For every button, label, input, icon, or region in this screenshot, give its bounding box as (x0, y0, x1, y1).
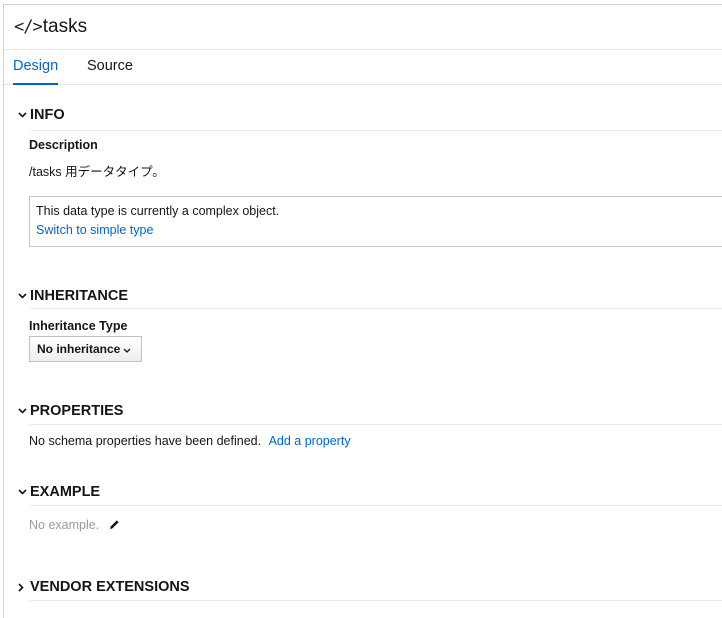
page-title: tasks (42, 16, 88, 37)
add-property-link[interactable]: Add a property (269, 434, 351, 448)
properties-empty-text: No schema properties have been defined. (29, 434, 262, 448)
example-empty-text: No example. (29, 518, 100, 532)
type-notice-box: This data type is currently a complex ob… (29, 196, 722, 247)
section-info-title: INFO (30, 107, 65, 123)
chevron-down-icon (18, 408, 30, 414)
chevron-down-icon (18, 293, 30, 299)
chevron-right-icon (18, 582, 30, 592)
chevron-down-icon (18, 489, 30, 495)
divider (30, 130, 722, 131)
tab-source[interactable]: Source (87, 58, 133, 74)
section-example-header[interactable]: EXAMPLE (18, 484, 100, 500)
divider (30, 308, 722, 309)
section-example-title: EXAMPLE (30, 484, 101, 500)
chevron-down-icon (18, 112, 30, 118)
description-value[interactable]: /tasks 用データタイプ。 (29, 161, 165, 180)
section-info-header[interactable]: INFO (18, 107, 65, 123)
inheritance-type-value: No inheritance (37, 342, 121, 356)
section-vendor-extensions-title: VENDOR EXTENSIONS (30, 579, 190, 595)
tab-design[interactable]: Design (13, 58, 59, 85)
description-label: Description (29, 138, 98, 152)
section-vendor-extensions-header[interactable]: VENDOR EXTENSIONS (18, 579, 190, 595)
header: </> tasks (4, 5, 722, 50)
inheritance-type-label: Inheritance Type (29, 319, 128, 333)
properties-empty-row: No schema properties have been defined. … (29, 434, 351, 448)
notice-text: This data type is currently a complex ob… (36, 204, 280, 218)
section-properties-title: PROPERTIES (30, 403, 124, 419)
section-inheritance-title: INHERITANCE (30, 288, 129, 304)
divider (30, 600, 722, 601)
inheritance-type-select[interactable]: No inheritance (29, 336, 142, 362)
section-inheritance-header[interactable]: INHERITANCE (18, 288, 128, 304)
example-row: No example. (29, 518, 120, 533)
switch-to-simple-type-link[interactable]: Switch to simple type (36, 223, 153, 237)
code-icon: </> (14, 17, 43, 37)
chevron-down-icon (123, 342, 131, 356)
divider (30, 424, 722, 425)
pencil-icon[interactable] (109, 519, 120, 533)
divider (30, 505, 722, 506)
section-properties-header[interactable]: PROPERTIES (18, 403, 123, 419)
tab-bar: Design Source (4, 50, 722, 85)
editor-panel: </> tasks Design Source INFO Description… (3, 4, 722, 618)
